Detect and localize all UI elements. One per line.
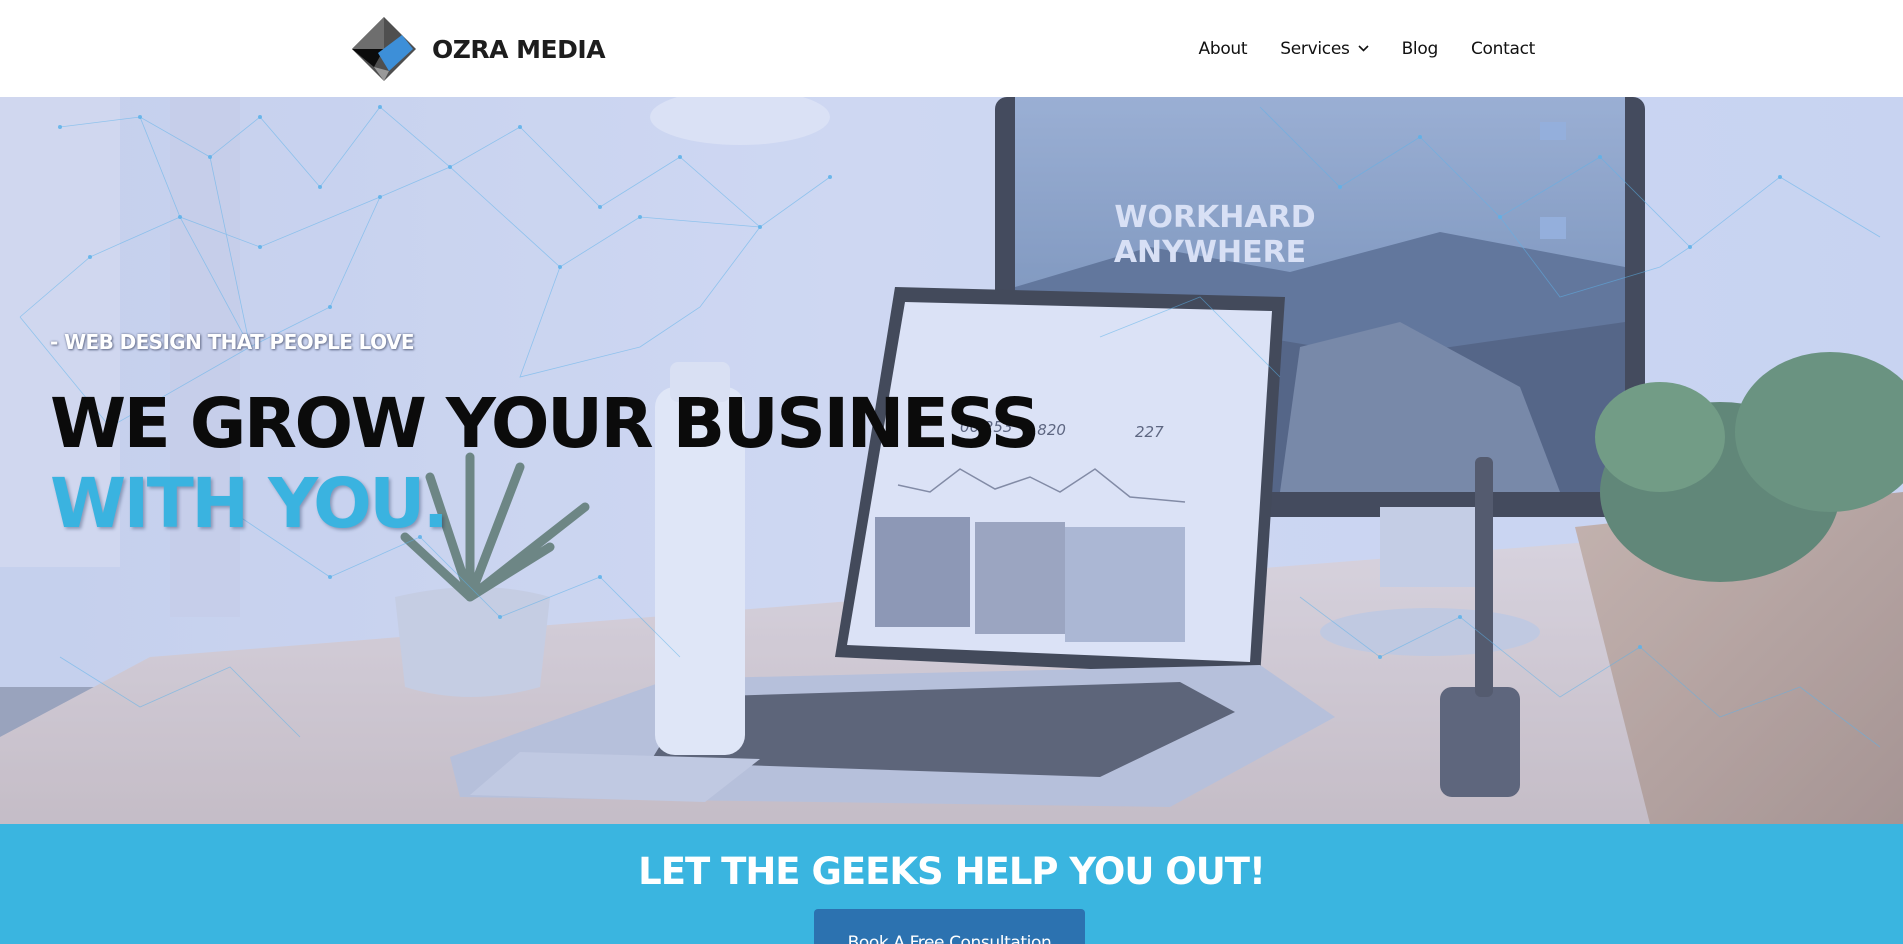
nav-link-blog[interactable]: Blog (1401, 38, 1439, 59)
nav-link-services[interactable]: Services (1280, 38, 1369, 59)
diamond-logo-icon (352, 17, 416, 81)
nav-label: About (1198, 38, 1248, 59)
nav-label: Blog (1401, 38, 1439, 59)
book-consultation-button[interactable]: Book A Free Consultation (814, 909, 1085, 944)
chevron-down-icon (1357, 45, 1369, 52)
hero-title-accent: WITH YOU. (50, 464, 449, 544)
site-header: OZRA MEDIA About Services Blog Contact (0, 0, 1903, 97)
nav-link-about[interactable]: About (1199, 39, 1248, 59)
cta-heading: LET THE GEEKS HELP YOU OUT! (638, 850, 1266, 893)
nav-link-contact[interactable]: Contact (1471, 39, 1535, 59)
hero-title: WE GROW YOUR BUSINESS (50, 384, 1040, 464)
cta-band: LET THE GEEKS HELP YOU OUT! Book A Free … (0, 824, 1903, 944)
nav-label: Contact (1470, 38, 1535, 59)
hero-tagline: - WEB DESIGN THAT PEOPLE LOVE (50, 330, 415, 354)
hero-text: - WEB DESIGN THAT PEOPLE LOVE WE GROW YO… (50, 330, 1040, 544)
hero-section: WORKHARD ANYWHERE 06,253 3,820 227 - WEB… (0, 97, 1903, 824)
main-nav: About Services Blog Contact (1166, 0, 1536, 97)
nav-label: Services (1280, 38, 1350, 59)
brand-home-link[interactable]: OZRA MEDIA (352, 17, 606, 81)
brand-name: OZRA MEDIA (432, 34, 606, 64)
